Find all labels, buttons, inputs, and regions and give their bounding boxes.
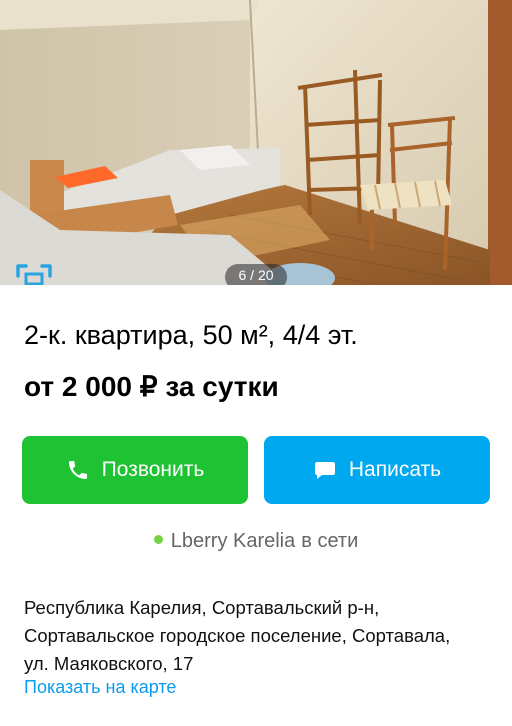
phone-icon <box>68 461 87 479</box>
address-line: Сортавальское городское поселение, Сорта… <box>24 625 451 646</box>
seller-name[interactable]: Lberry Karelia <box>171 530 296 552</box>
seller-info: Lberry Karelia в сети <box>0 530 512 553</box>
room-photo-illustration <box>0 0 512 285</box>
call-button[interactable]: Позвонить <box>22 436 248 504</box>
show-on-map-link[interactable]: Показать на карте <box>24 677 176 698</box>
address-line: Республика Карелия, Сортавальский р-н, <box>24 597 380 618</box>
call-button-label: Позвонить <box>101 458 205 481</box>
listing-title: 2-к. квартира, 50 м², 4/4 эт. <box>24 320 358 350</box>
listing-price: от 2 000 ₽ за сутки <box>24 371 279 402</box>
fullscreen-icon[interactable] <box>14 262 54 285</box>
seller-status: в сети <box>301 530 359 552</box>
address: Республика Карелия, Сортавальский р-н, С… <box>24 594 494 678</box>
photo-counter: 6 / 20 <box>225 264 287 285</box>
chat-bubble-icon <box>314 462 335 479</box>
listing-photo[interactable]: 6 / 20 <box>0 0 512 285</box>
online-status-dot <box>153 535 163 545</box>
address-line: ул. Маяковского, 17 <box>24 653 194 674</box>
write-button-label: Написать <box>348 458 442 481</box>
write-button[interactable]: Написать <box>264 436 490 504</box>
